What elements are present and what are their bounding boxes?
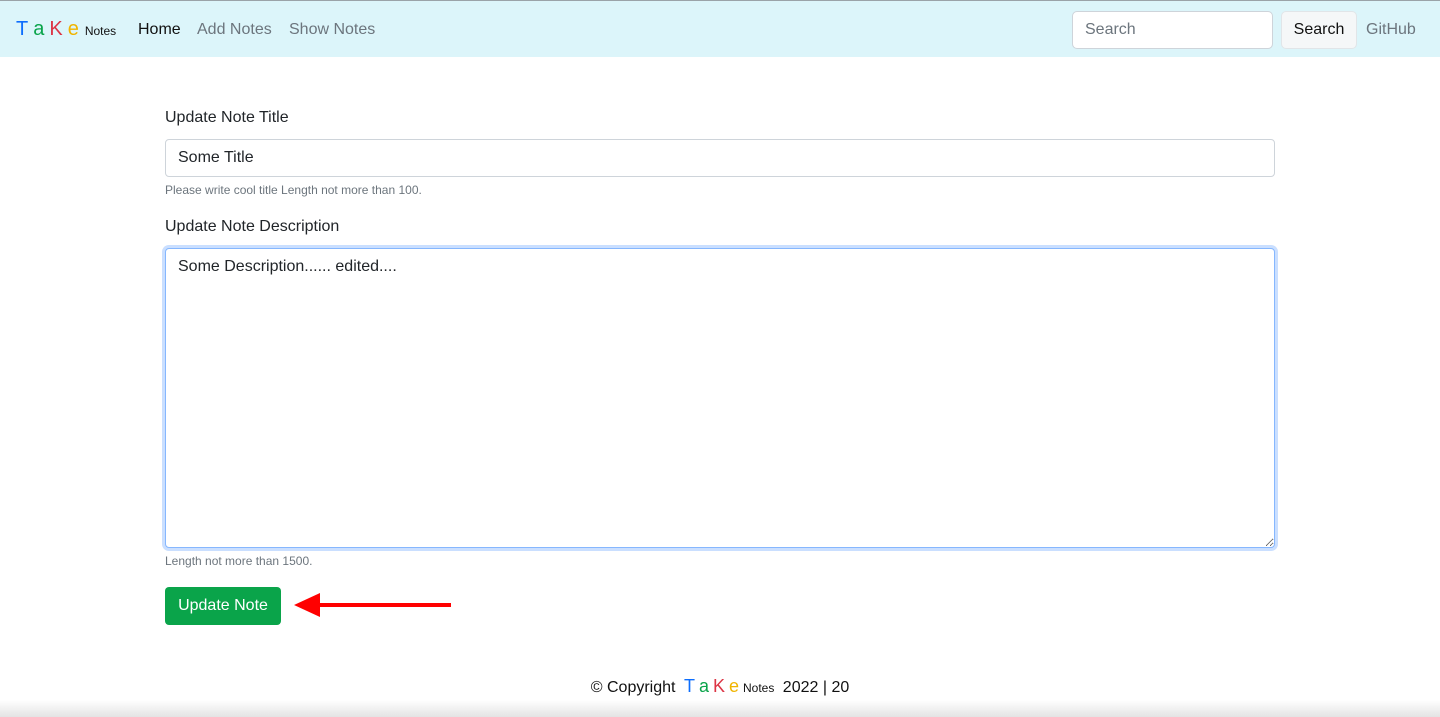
arrow-head — [294, 593, 320, 617]
footer: © Copyright Ta Ke Notes 2022 | 20 — [0, 676, 1440, 698]
title-label: Update Note Title — [165, 109, 289, 126]
nav-link-home[interactable]: Home — [138, 19, 181, 41]
brand-letter-k: K — [49, 18, 63, 40]
description-help-text: Length not more than 1500. — [165, 554, 313, 568]
nav-link-github[interactable]: GitHub — [1366, 19, 1416, 41]
footer-brand-letter-t: T — [683, 676, 695, 696]
red-arrow-annotation — [294, 593, 451, 617]
search-button[interactable]: Search — [1281, 11, 1357, 49]
footer-brand-suffix: Notes — [742, 681, 775, 695]
footer-year: 2022 | 20 — [782, 679, 850, 696]
brand-letter-a: a — [33, 18, 45, 40]
description-label: Update Note Description — [165, 218, 340, 235]
footer-brand-letter-k: K — [712, 676, 725, 696]
footer-brand: Ta Ke Notes — [684, 676, 774, 696]
title-input[interactable] — [165, 139, 1275, 177]
brand-logo[interactable]: Ta Ke Notes — [16, 17, 116, 43]
title-help-text: Please write cool title Length not more … — [165, 183, 422, 197]
footer-brand-letter-e: e — [728, 676, 739, 696]
brand-letter-t: T — [16, 18, 29, 40]
nav-link-add-notes[interactable]: Add Notes — [197, 19, 272, 41]
footer-copyright: © Copyright — [590, 679, 676, 696]
description-textarea[interactable]: Some Description...... edited.... — [165, 248, 1275, 548]
brand-suffix: Notes — [84, 24, 117, 38]
update-note-button[interactable]: Update Note — [165, 587, 281, 625]
footer-brand-letter-a: a — [698, 676, 709, 696]
nav-link-show-notes[interactable]: Show Notes — [289, 19, 375, 41]
brand-letter-e: e — [67, 18, 79, 40]
window-bottom-shadow — [0, 700, 1440, 717]
navbar: Ta Ke Notes Home Add Notes Show Notes Sear… — [0, 0, 1440, 57]
search-input[interactable] — [1072, 11, 1273, 49]
